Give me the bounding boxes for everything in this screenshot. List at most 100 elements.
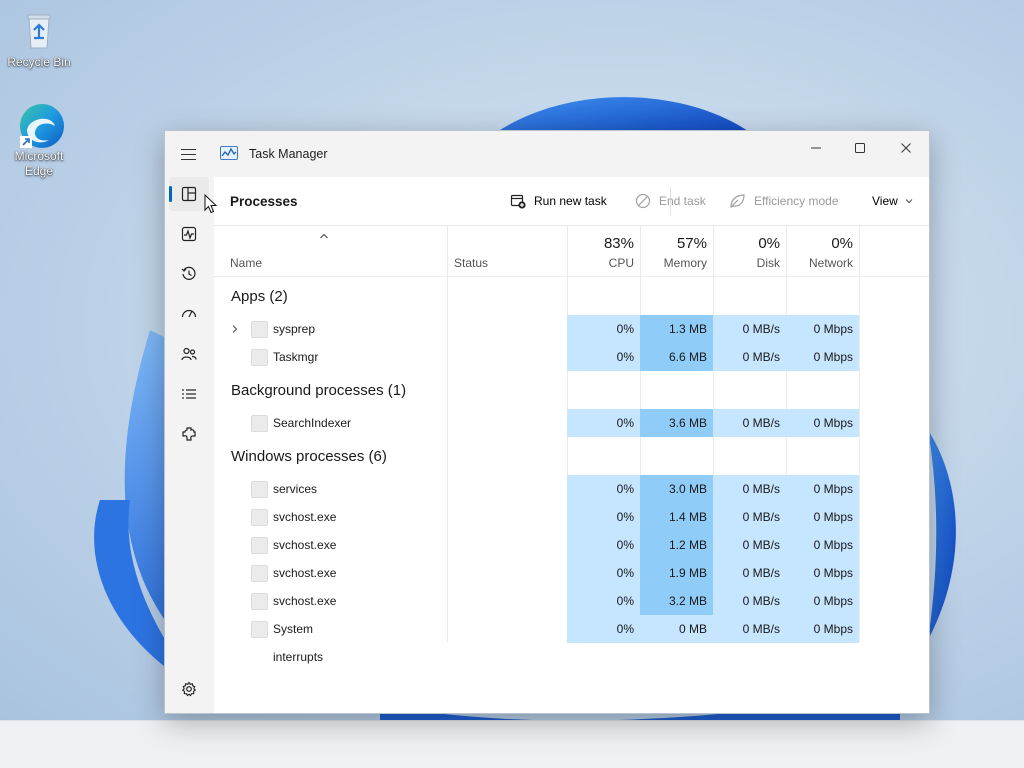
hamburger-menu-icon[interactable] (177, 143, 201, 165)
table-row[interactable]: Taskmgr 0% 6.6 MB 0 MB/s 0 Mbps (214, 343, 929, 371)
column-label-cpu: CPU (608, 256, 634, 270)
network-cell: 0 Mbps (786, 559, 859, 587)
table-row[interactable]: sysprep 0% 1.3 MB 0 MB/s 0 Mbps (214, 315, 929, 343)
nav-item-performance[interactable] (169, 217, 209, 251)
maximize-button[interactable] (837, 133, 883, 163)
group-label: Apps (2) (231, 288, 288, 305)
memory-cell: 3.6 MB (640, 409, 713, 437)
active-indicator (169, 186, 172, 202)
network-cell: 0 Mbps (786, 475, 859, 503)
process-icon (251, 481, 268, 498)
disk-cell: 0 MB/s (713, 615, 786, 643)
column-header-status[interactable]: Status (447, 226, 567, 276)
desktop-icon-label: Microsoft Edge (14, 149, 64, 178)
task-manager-window: Task Manager Processes Run new task End … (164, 130, 930, 714)
process-name: System interrupts (273, 622, 324, 664)
services-icon (182, 427, 196, 441)
title-bar: Task Manager (165, 131, 929, 177)
nav-item-services[interactable] (169, 417, 209, 451)
run-new-task-icon (510, 193, 526, 209)
table-row[interactable]: SearchIndexer 0% 3.6 MB 0 MB/s 0 Mbps (214, 409, 929, 437)
efficiency-mode-icon (729, 193, 746, 209)
nav-item-settings[interactable] (169, 672, 209, 706)
nav-item-processes[interactable] (169, 177, 209, 211)
column-header-cpu[interactable]: 83% CPU (567, 226, 640, 276)
network-cell: 0 Mbps (786, 343, 859, 371)
cpu-cell: 0% (567, 531, 640, 559)
processes-icon (181, 186, 197, 202)
memory-cell: 1.4 MB (640, 503, 713, 531)
close-icon (901, 143, 911, 153)
column-header-memory[interactable]: 57% Memory (640, 226, 713, 276)
memory-cell: 3.2 MB (640, 587, 713, 615)
table-row[interactable]: System interrupts 0% 0 MB 0 MB/s 0 Mbps (214, 615, 929, 664)
taskbar (0, 720, 1024, 768)
view-label: View (872, 194, 898, 208)
minimize-button[interactable] (793, 133, 839, 163)
cpu-cell: 0% (567, 315, 640, 343)
process-name: sysprep (273, 322, 316, 336)
process-icon (251, 349, 268, 366)
network-total-percent: 0% (831, 235, 853, 252)
memory-cell: 6.6 MB (640, 343, 713, 371)
disk-cell: 0 MB/s (713, 475, 786, 503)
close-button[interactable] (883, 133, 929, 163)
nav-item-startup-apps[interactable] (169, 297, 209, 331)
cpu-cell: 0% (567, 587, 640, 615)
disk-cell: 0 MB/s (713, 343, 786, 371)
end-task-button[interactable]: End task (635, 187, 706, 215)
column-header-network[interactable]: 0% Network (786, 226, 859, 276)
table-row[interactable]: svchost.exe 0% 1.9 MB 0 MB/s 0 Mbps (214, 559, 929, 587)
process-name: SearchIndexer (273, 416, 352, 430)
table-header: Name Status 83% CPU 57% Memory 0% Disk 0… (214, 226, 929, 277)
process-name: svchost.exe (273, 566, 337, 580)
disk-cell: 0 MB/s (713, 503, 786, 531)
desktop-icon-edge[interactable]: Microsoft Edge (1, 102, 77, 179)
navigation-pane (165, 177, 214, 713)
end-task-label: End task (659, 194, 706, 208)
cpu-cell: 0% (567, 559, 640, 587)
table-row[interactable]: services 0% 3.0 MB 0 MB/s 0 Mbps (214, 475, 929, 503)
process-name: svchost.exe (273, 594, 337, 608)
process-name: Taskmgr (273, 350, 319, 364)
desktop-icon-recycle-bin[interactable]: Recycle Bin (1, 8, 77, 70)
performance-icon (181, 226, 197, 242)
desktop-icon-label: Recycle Bin (7, 55, 71, 69)
chevron-right-icon[interactable] (231, 315, 243, 343)
group-header-apps: Apps (2) (214, 277, 929, 315)
table-row[interactable]: svchost.exe 0% 1.2 MB 0 MB/s 0 Mbps (214, 531, 929, 559)
run-new-task-label: Run new task (534, 194, 607, 208)
column-header-disk[interactable]: 0% Disk (713, 226, 786, 276)
process-icon (251, 565, 268, 582)
memory-cell: 3.0 MB (640, 475, 713, 503)
column-label-network: Network (808, 256, 853, 270)
column-header-name[interactable]: Name (214, 226, 447, 276)
column-label-name: Name (230, 256, 263, 270)
cpu-cell: 0% (567, 475, 640, 503)
page-title: Processes (230, 194, 298, 209)
recycle-bin-icon (17, 8, 61, 52)
table-row[interactable]: svchost.exe 0% 1.4 MB 0 MB/s 0 Mbps (214, 503, 929, 531)
nav-item-users[interactable] (169, 337, 209, 371)
nav-item-details[interactable] (169, 377, 209, 411)
process-icon (251, 509, 268, 526)
cpu-cell: 0% (567, 503, 640, 531)
column-label-memory: Memory (663, 256, 707, 270)
column-label-disk: Disk (756, 256, 780, 270)
nav-item-app-history[interactable] (169, 257, 209, 291)
network-cell: 0 Mbps (786, 315, 859, 343)
settings-icon (181, 681, 197, 697)
sort-ascending-icon (320, 233, 328, 239)
task-manager-app-icon (220, 146, 238, 160)
efficiency-mode-button[interactable]: Efficiency mode (729, 187, 839, 215)
column-label-status: Status (454, 256, 489, 270)
process-name: services (273, 482, 318, 496)
process-name: svchost.exe (273, 510, 337, 524)
table-row[interactable]: svchost.exe 0% 3.2 MB 0 MB/s 0 Mbps (214, 587, 929, 615)
cpu-total-percent: 83% (603, 235, 634, 252)
view-dropdown[interactable]: View (872, 187, 914, 215)
run-new-task-button[interactable]: Run new task (510, 187, 607, 215)
startup-apps-icon (181, 309, 197, 318)
process-name: svchost.exe (273, 538, 337, 552)
group-header-windows-processes: Windows processes (6) (214, 437, 929, 475)
